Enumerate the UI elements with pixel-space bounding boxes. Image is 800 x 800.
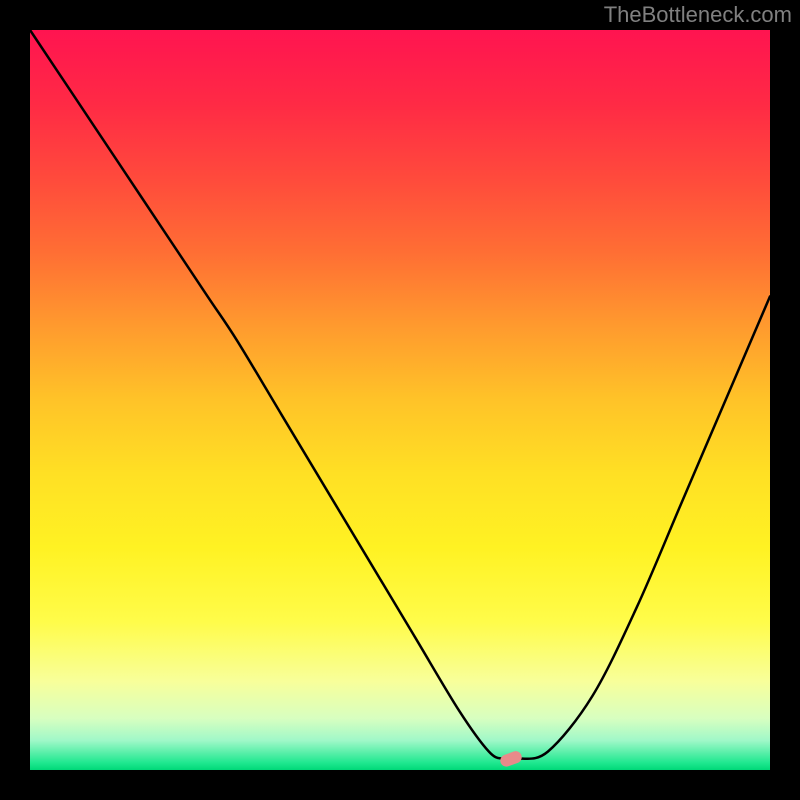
watermark-text: TheBottleneck.com	[604, 2, 792, 28]
bottleneck-chart	[0, 0, 800, 800]
gradient-background	[30, 30, 770, 770]
chart-container: TheBottleneck.com	[0, 0, 800, 800]
frame-left	[0, 0, 30, 800]
frame-right	[770, 0, 800, 800]
frame-bottom	[0, 770, 800, 800]
